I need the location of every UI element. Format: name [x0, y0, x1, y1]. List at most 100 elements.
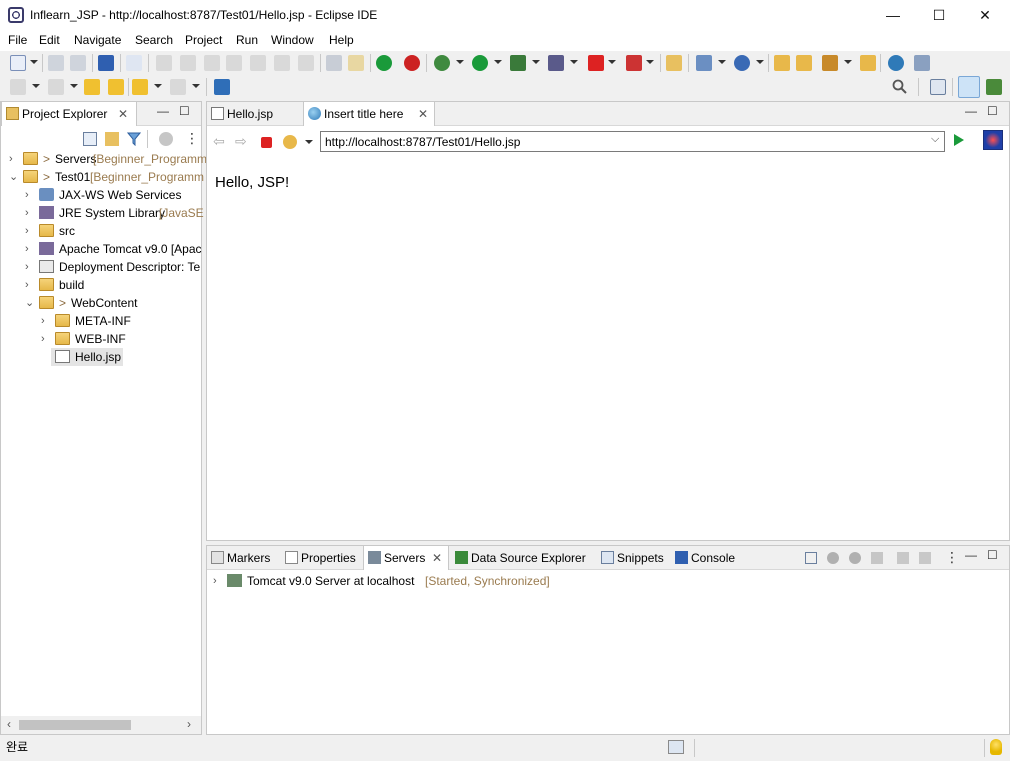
tree-item-hello-jsp[interactable]: Hello.jsp — [51, 348, 123, 366]
next-annotation-icon[interactable] — [10, 79, 26, 95]
expand-icon[interactable]: › — [41, 330, 51, 348]
url-input[interactable]: http://localhost:8787/Test01/Hello.jsp ⌵ — [320, 131, 945, 152]
back-icon[interactable]: ⇦ — [213, 133, 225, 150]
collapse-icon[interactable]: ⌄ — [25, 294, 35, 312]
horizontal-scrollbar[interactable]: ‹ › — [1, 716, 201, 734]
start-server-icon[interactable] — [849, 552, 861, 564]
chevron-down-icon[interactable] — [718, 60, 726, 64]
disconnect-icon[interactable] — [226, 55, 242, 71]
menu-search[interactable]: Search — [135, 33, 173, 47]
expand-icon[interactable]: › — [41, 312, 51, 330]
debug-icon[interactable] — [434, 55, 450, 71]
forward-icon[interactable]: ⇨ — [235, 133, 247, 150]
drop-to-frame-icon[interactable] — [326, 55, 342, 71]
minimize-view-icon[interactable]: — — [965, 548, 977, 562]
web-browser-icon[interactable] — [983, 130, 1003, 150]
forward-arrow-icon[interactable] — [170, 79, 186, 95]
expand-icon[interactable]: › — [25, 204, 35, 222]
close-icon[interactable]: ✕ — [118, 102, 128, 126]
new-icon[interactable] — [10, 55, 26, 71]
publish-icon[interactable] — [919, 552, 931, 564]
tab-snippets[interactable]: Snippets — [597, 546, 667, 570]
minimize-view-icon[interactable]: — — [157, 104, 169, 118]
stop-icon[interactable] — [588, 55, 604, 71]
hammer-icon[interactable] — [822, 55, 838, 71]
java-ee-perspective-icon[interactable] — [958, 76, 980, 98]
menu-help[interactable]: Help — [329, 33, 354, 47]
back-arrow-icon[interactable] — [132, 79, 148, 95]
refresh-icon[interactable] — [283, 135, 297, 149]
chevron-down-icon[interactable] — [608, 60, 616, 64]
maximize-button[interactable]: ☐ — [916, 0, 962, 30]
chevron-down-icon[interactable] — [494, 60, 502, 64]
chevron-down-icon[interactable] — [844, 60, 852, 64]
close-icon[interactable]: ✕ — [432, 546, 442, 570]
chevron-down-icon[interactable] — [756, 60, 764, 64]
globe-icon[interactable] — [888, 55, 904, 71]
resume-icon[interactable] — [156, 55, 172, 71]
collapse-icon[interactable]: ⌄ — [9, 168, 19, 186]
terminal-icon[interactable] — [98, 55, 114, 71]
expand-icon[interactable]: › — [25, 258, 35, 276]
minimize-view-icon[interactable]: — — [965, 104, 977, 118]
tip-icon[interactable] — [990, 739, 1002, 755]
chevron-down-icon[interactable] — [456, 60, 464, 64]
search-tool-icon[interactable] — [914, 55, 930, 71]
tab-markers[interactable]: Markers — [207, 546, 277, 570]
profile-server-icon[interactable] — [871, 552, 883, 564]
stop-server-icon[interactable] — [626, 55, 642, 71]
scrollbar-thumb[interactable] — [19, 720, 131, 730]
chevron-down-icon[interactable]: ⌵ — [931, 133, 939, 146]
debug-perspective-icon[interactable] — [986, 79, 1002, 95]
expand-icon[interactable]: › — [9, 150, 19, 168]
go-icon[interactable] — [954, 134, 964, 146]
menu-file[interactable]: File — [8, 33, 27, 47]
expand-icon[interactable]: › — [213, 572, 223, 590]
folder-open-icon[interactable] — [860, 55, 876, 71]
menu-edit[interactable]: Edit — [39, 33, 60, 47]
open-type-icon[interactable] — [666, 55, 682, 71]
maximize-view-icon[interactable]: ☐ — [987, 548, 998, 562]
menu-window[interactable]: Window — [271, 33, 314, 47]
run-server-icon[interactable] — [510, 55, 526, 71]
chevron-down-icon[interactable] — [70, 84, 78, 88]
open-resource-icon[interactable] — [796, 55, 812, 71]
tab-insert-title-here[interactable]: Insert title here ✕ — [303, 102, 435, 126]
open-perspective-icon[interactable] — [930, 79, 946, 95]
view-menu-icon[interactable]: ⋮ — [945, 549, 959, 566]
external-tools-icon[interactable] — [548, 55, 564, 71]
terminate-icon[interactable] — [204, 55, 220, 71]
chevron-down-icon[interactable] — [32, 84, 40, 88]
link-with-editor-icon[interactable] — [105, 132, 119, 146]
scroll-left-icon[interactable]: ‹ — [7, 717, 11, 731]
forward-history-icon[interactable] — [108, 79, 124, 95]
tab-console[interactable]: Console — [671, 546, 741, 570]
power-icon[interactable] — [376, 55, 392, 71]
scroll-right-icon[interactable]: › — [187, 717, 191, 731]
skip-breakpoints-icon[interactable] — [126, 55, 142, 71]
maximize-view-icon[interactable]: ☐ — [987, 104, 998, 118]
chevron-down-icon[interactable] — [570, 60, 578, 64]
use-step-filters-icon[interactable] — [348, 55, 364, 71]
pin-editor-icon[interactable] — [214, 79, 230, 95]
stop-icon[interactable] — [261, 137, 272, 148]
error-icon[interactable] — [404, 55, 420, 71]
close-button[interactable]: ✕ — [962, 0, 1008, 30]
debug-server-icon[interactable] — [827, 552, 839, 564]
tab-properties[interactable]: Properties — [281, 546, 359, 570]
step-return-icon[interactable] — [298, 55, 314, 71]
save-icon[interactable] — [48, 55, 64, 71]
view-menu-icon[interactable]: ⋮ — [185, 130, 199, 147]
chevron-down-icon[interactable] — [532, 60, 540, 64]
step-into-icon[interactable] — [250, 55, 266, 71]
suspend-icon[interactable] — [180, 55, 196, 71]
filter-icon[interactable] — [126, 132, 142, 147]
new-class-icon[interactable] — [734, 55, 750, 71]
chevron-down-icon[interactable] — [305, 140, 313, 144]
expand-icon[interactable]: › — [25, 276, 35, 294]
minimize-button[interactable]: — — [870, 0, 916, 30]
menu-project[interactable]: Project — [185, 33, 222, 47]
tab-servers[interactable]: Servers ✕ — [363, 546, 449, 570]
previous-annotation-icon[interactable] — [48, 79, 64, 95]
run-icon[interactable] — [472, 55, 488, 71]
